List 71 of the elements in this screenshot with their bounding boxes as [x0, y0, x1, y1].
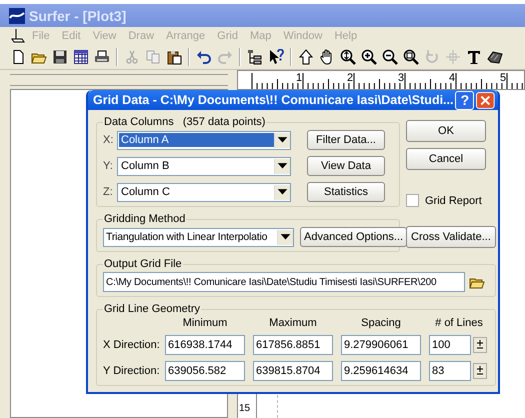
ruler-label: 1	[296, 72, 302, 84]
dialog-button[interactable]: OK	[406, 120, 486, 142]
spacing-field[interactable]: 9.279906061	[341, 335, 421, 355]
minimum-field[interactable]: 639056.582	[165, 361, 245, 381]
caret-icon[interactable]	[274, 158, 290, 174]
ruler-label: 2	[347, 72, 354, 84]
checkbox-label: Grid Report	[425, 194, 482, 206]
text-tool-icon[interactable]	[466, 49, 482, 65]
column-header: Maximum	[268, 317, 318, 329]
action-button[interactable]: View Data	[307, 156, 385, 176]
column-dropdown[interactable]: Column C	[117, 182, 291, 202]
window-title: Surfer - [Plot3]	[29, 8, 126, 24]
action-button[interactable]: Filter Data...	[307, 130, 385, 150]
dropdown-value: Column A	[119, 133, 274, 147]
printer-icon[interactable]	[94, 49, 110, 65]
group-label: Gridding Method	[103, 213, 186, 225]
axis-label: Y:	[103, 160, 114, 172]
column-header: Minimum	[182, 317, 228, 329]
row-label: X Direction:	[103, 339, 157, 351]
ruler-label: 5	[500, 72, 506, 84]
zoom-out-icon[interactable]	[382, 49, 398, 65]
caret-icon[interactable]	[274, 132, 290, 148]
line-count-field[interactable]: 83	[429, 361, 471, 381]
method-dropdown[interactable]: Triangulation with Linear Interpolatio	[103, 228, 294, 246]
row-label: Y Direction:	[103, 365, 157, 377]
dropdown-value: Triangulation with Linear Interpolatio	[105, 230, 268, 244]
checkbox[interactable]	[406, 194, 419, 207]
help-button[interactable]: ?	[455, 90, 474, 110]
axis-label: X:	[103, 134, 114, 146]
spinner-icon[interactable]	[473, 363, 487, 379]
close-icon[interactable]	[476, 90, 495, 110]
dialog-button[interactable]: Cancel	[406, 148, 486, 170]
dropdown-value: Column C	[120, 185, 171, 199]
caret-icon[interactable]	[277, 230, 293, 244]
axis-label: Z:	[103, 186, 114, 198]
column-header: Spacing	[360, 317, 402, 329]
column-header: # of Lines	[434, 317, 484, 329]
object-tree-icon[interactable]	[247, 49, 263, 65]
maximum-field[interactable]: 639815.8704	[253, 361, 333, 381]
arrow-up-icon[interactable]	[298, 49, 314, 65]
dialog-title: Grid Data - C:\My Documents\!! Comunicare Iasi\Date\Studi...	[93, 93, 454, 107]
ruler-label: 15	[239, 403, 250, 414]
column-dropdown[interactable]: Column B	[117, 156, 291, 176]
caret-icon[interactable]	[274, 184, 290, 200]
action-button[interactable]: Statistics	[307, 182, 385, 202]
data-point-count: (357 data points)	[182, 116, 266, 128]
app-logo-icon	[9, 8, 25, 24]
line-count-field[interactable]: 100	[429, 335, 471, 355]
worksheet-icon[interactable]	[73, 49, 89, 65]
output-file-field[interactable]: C:\My Documents\!! Comunicare Iasi\Date\Studiu Timisesti Iasi\SURFER\200	[103, 272, 465, 292]
undo-icon[interactable]	[196, 49, 212, 65]
group-label: Grid Line Geometry	[103, 303, 201, 315]
save-icon[interactable]	[52, 49, 68, 65]
zoom-rectangle-icon[interactable]	[403, 49, 419, 65]
cross-validate-button[interactable]: Cross Validate...	[406, 226, 496, 248]
column-dropdown[interactable]: Column A	[117, 130, 291, 150]
zoom-in-icon[interactable]	[361, 49, 377, 65]
ruler-label: 4	[449, 72, 456, 84]
ruler-label: 3	[398, 72, 404, 84]
help-pointer-icon[interactable]	[268, 49, 284, 65]
maximum-field[interactable]: 617856.8851	[253, 335, 333, 355]
group-label: Output Grid File	[103, 258, 183, 270]
spacing-field[interactable]: 9.259614634	[341, 361, 421, 381]
minimum-field[interactable]: 616938.1744	[165, 335, 245, 355]
advanced-options-button[interactable]: Advanced Options...	[300, 227, 408, 247]
group-label: Data Columns	[104, 116, 174, 128]
dropdown-value: Column B	[120, 159, 170, 173]
zoom-fit-icon[interactable]	[340, 49, 356, 65]
clipboard-icon[interactable]	[166, 49, 182, 65]
polygon-icon[interactable]	[487, 49, 503, 65]
spinner-icon[interactable]	[473, 337, 487, 353]
